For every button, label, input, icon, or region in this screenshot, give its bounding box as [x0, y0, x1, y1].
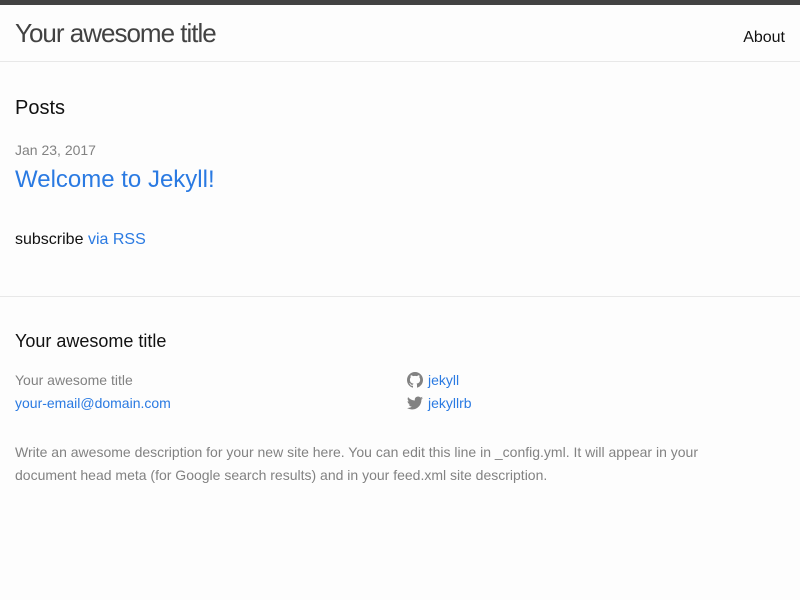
rss-prefix: subscribe [15, 231, 84, 248]
twitter-icon [407, 396, 423, 410]
posts-heading: Posts [15, 97, 66, 119]
post-title-link[interactable]: Welcome to Jekyll! [15, 165, 215, 195]
twitter-username: jekyllrb [428, 395, 472, 411]
rss-subscribe: subscribe via RSS [15, 231, 146, 249]
post-date: Jan 23, 2017 [15, 142, 96, 158]
nav-link-about[interactable]: About [743, 29, 785, 47]
site-description: Write an awesome description for your ne… [15, 444, 698, 483]
site-header: Your awesome title About [0, 5, 800, 62]
twitter-link[interactable]: jekyllrb [407, 395, 472, 411]
footer-site-name: Your awesome title [15, 372, 133, 388]
footer-heading: Your awesome title [15, 331, 167, 351]
footer-email-link[interactable]: your-email@domain.com [15, 395, 171, 411]
rss-link[interactable]: via RSS [88, 231, 146, 248]
github-icon [407, 372, 423, 388]
site-title-link[interactable]: Your awesome title [15, 20, 217, 46]
main-content: Posts Jan 23, 2017 Welcome to Jekyll! su… [0, 62, 800, 297]
github-link[interactable]: jekyll [407, 372, 459, 388]
site-footer: Your awesome title Your awesome title yo… [0, 297, 800, 600]
github-username: jekyll [428, 372, 460, 388]
